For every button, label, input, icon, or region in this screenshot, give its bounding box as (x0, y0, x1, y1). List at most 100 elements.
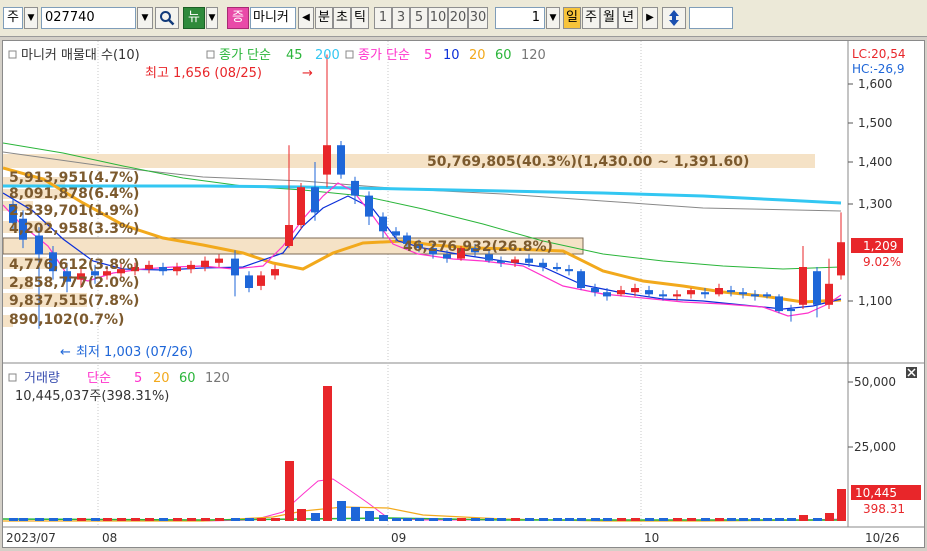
stock-code-input[interactable]: 027740 (41, 7, 136, 29)
candle-body (323, 145, 331, 175)
profile-label: 9,837,515(7.8%) (9, 293, 139, 309)
chart-area: 1,209 9.02% 10,445 398.31 LC:20,54 HC:-2… (2, 40, 925, 548)
volume-bar (257, 518, 266, 521)
profile-label: 4,202,958(3.3%) (9, 221, 139, 237)
volume-bar (631, 518, 640, 521)
profile-label: 890,102(0.7%) (9, 312, 124, 328)
market-select[interactable]: 주 (3, 7, 23, 29)
price-tick: 1,300 (858, 197, 892, 211)
search-button[interactable] (155, 7, 179, 29)
candle-body (231, 258, 239, 276)
candle-body (715, 288, 723, 295)
stock-name-text: 마니커 (253, 10, 289, 25)
volume-bar (457, 518, 466, 521)
volume-bar (415, 518, 424, 521)
period-label: 주 (585, 10, 597, 25)
next-arrow-icon[interactable]: ▶ (642, 7, 658, 29)
search-icon (160, 11, 175, 26)
news-button[interactable]: 뉴 (183, 7, 205, 29)
volume-bar (231, 518, 240, 521)
market-dropdown-icon[interactable]: ▼ (24, 7, 38, 29)
news-dropdown-icon[interactable]: ▼ (206, 7, 218, 29)
candle-body (837, 242, 845, 276)
stock-code-text: 027740 (45, 10, 95, 25)
period-3[interactable]: 3 (392, 7, 410, 29)
volume-bar (392, 518, 401, 521)
period-month[interactable]: 월 (600, 7, 618, 29)
volume-bar (271, 518, 280, 521)
lc-label: LC:20,54 (852, 47, 905, 61)
volume-bar (659, 518, 668, 521)
candle-body (813, 271, 821, 305)
prev-arrow-icon[interactable]: ◀ (298, 7, 314, 29)
candle-body (443, 254, 451, 259)
candle-body (145, 264, 153, 270)
tick-value-input[interactable]: 1 (495, 7, 545, 29)
period-year[interactable]: 년 (618, 7, 638, 29)
candle-body (311, 187, 319, 213)
sym-label: 증 (232, 10, 244, 25)
candle-body (285, 225, 293, 246)
volume-bar (245, 518, 254, 521)
period-label: 10 (429, 10, 447, 25)
period-label: 초 (336, 10, 348, 25)
profile-label: 8,091,878(6.4%) (9, 186, 139, 202)
period-tick[interactable]: 틱 (351, 7, 369, 29)
period-week[interactable]: 주 (582, 7, 600, 29)
price-tick: 1,600 (858, 77, 892, 91)
legend-ma-20: 20 (469, 48, 486, 63)
volume-bar (117, 518, 126, 521)
period-day[interactable]: 일 (563, 7, 581, 29)
low-annotation: 최저 1,003 (07/26) (76, 345, 193, 360)
candle-body (659, 294, 667, 297)
period-5[interactable]: 5 (410, 7, 428, 29)
candle-body (577, 271, 585, 288)
sym-button[interactable]: 증 (227, 7, 249, 29)
updown-button[interactable] (662, 7, 686, 29)
volume-tick: 25,000 (854, 440, 896, 454)
profile-label: 2,858,777(2.0%) (9, 275, 139, 291)
volume-bar (539, 518, 548, 521)
volume-bar (603, 518, 612, 521)
volume-bar (379, 515, 388, 521)
legend-ma-60: 60 (495, 48, 512, 63)
legend-ma-long-label: 종가 단순 (219, 48, 271, 63)
code-dropdown-icon[interactable]: ▼ (137, 7, 153, 29)
price-tick: 1,400 (858, 155, 892, 169)
tick-dropdown-icon[interactable]: ▼ (546, 7, 560, 29)
period-30[interactable]: 30 (468, 7, 488, 29)
stock-name-field: 마니커 (250, 7, 296, 29)
candle-body (701, 292, 709, 295)
legend-volume-ma60: 60 (179, 371, 196, 386)
period-1[interactable]: 1 (374, 7, 392, 29)
period-label: 년 (622, 10, 634, 25)
volume-bar (297, 509, 306, 521)
legend-ma-long-200: 200 (315, 48, 340, 63)
volume-bar (673, 518, 682, 521)
date-tick: 09 (391, 531, 406, 545)
candle-body (617, 290, 625, 295)
period-second[interactable]: 초 (333, 7, 351, 29)
candle-body (159, 267, 167, 272)
volume-bar (19, 518, 28, 521)
candle-body (739, 292, 747, 295)
period-label: 월 (603, 10, 615, 25)
period-20[interactable]: 20 (448, 7, 468, 29)
volume-bar (617, 518, 626, 521)
volume-bar (311, 513, 320, 521)
candle-body (379, 216, 387, 232)
legend-volume-ma20: 20 (153, 371, 170, 386)
low-arrow-icon: ← (60, 345, 71, 360)
date-tick: 2023/07 (6, 531, 56, 545)
period-minute[interactable]: 분 (315, 7, 333, 29)
current-volume-label: 10,445 (855, 486, 897, 500)
chart-canvas: 1,209 9.02% 10,445 398.31 LC:20,54 HC:-2… (2, 41, 924, 547)
volume-bar (727, 518, 736, 521)
period-10[interactable]: 10 (428, 7, 448, 29)
volume-bar (739, 518, 748, 521)
extra-input[interactable] (689, 7, 733, 29)
period-label: 5 (414, 10, 424, 25)
high-arrow-icon: → (302, 66, 313, 81)
candle-body (297, 187, 305, 225)
candle-body (763, 294, 771, 297)
